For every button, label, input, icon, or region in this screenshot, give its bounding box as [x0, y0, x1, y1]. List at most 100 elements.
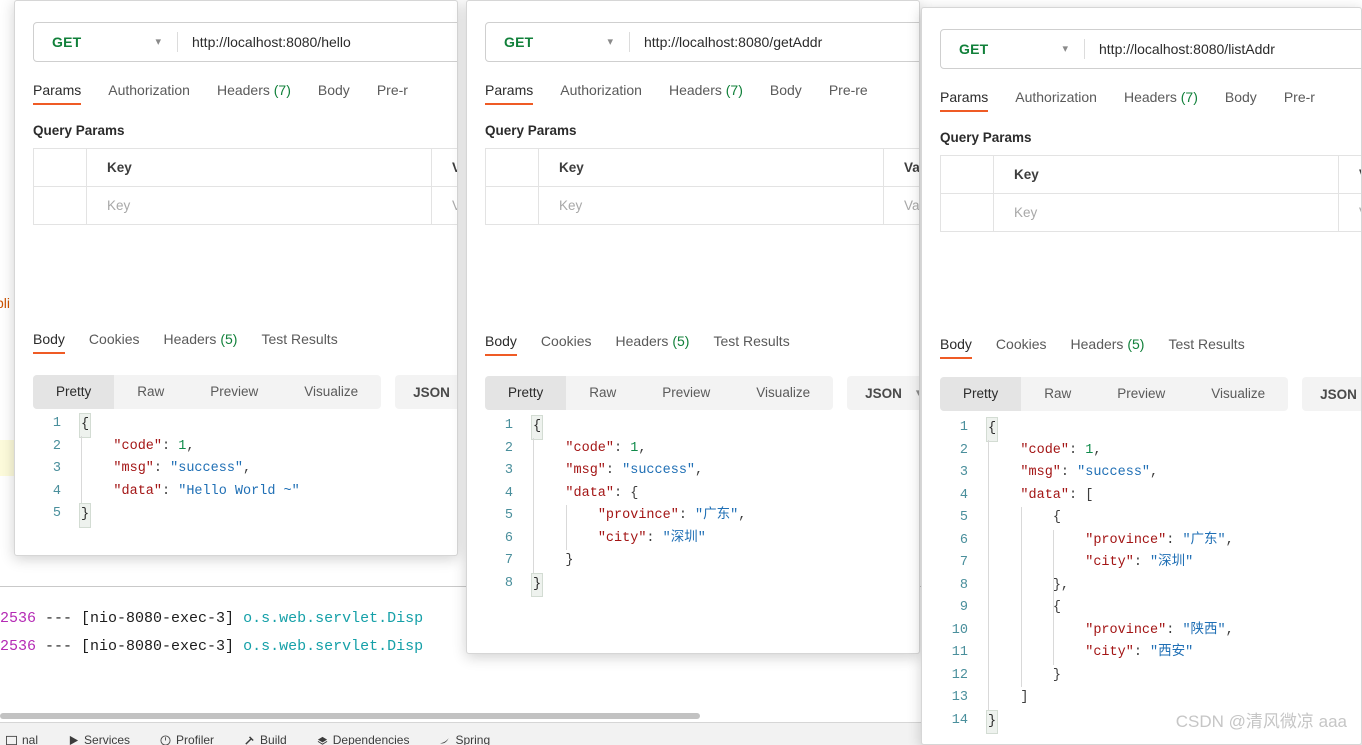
code-line: 1{: [33, 413, 300, 438]
response-body-code[interactable]: 1{2 "code": 1, 3 "msg": "success", 4 "data…: [485, 415, 746, 597]
format-raw[interactable]: Raw: [1021, 377, 1094, 411]
format-raw[interactable]: Raw: [566, 376, 639, 410]
row-checkbox[interactable]: [941, 194, 994, 231]
format-visualize[interactable]: Visualize: [281, 375, 381, 409]
format-preview[interactable]: Preview: [639, 376, 733, 410]
code-line: 12 }: [940, 665, 1234, 688]
url-input[interactable]: http://localhost:8080/listAddr: [1085, 30, 1275, 68]
url-input[interactable]: http://localhost:8080/getAddr: [630, 23, 822, 61]
tab-authorization[interactable]: Authorization: [108, 82, 190, 105]
format-pretty[interactable]: Pretty: [940, 377, 1022, 411]
response-tab-body[interactable]: Body: [33, 331, 65, 354]
format-toolbar[interactable]: Pretty Raw Preview Visualize JSON ▾: [33, 375, 457, 409]
format-segmented-control[interactable]: Pretty Raw Preview Visualize: [485, 376, 834, 410]
response-tab-test-results[interactable]: Test Results: [261, 331, 337, 354]
tab-headers[interactable]: Headers (7): [217, 82, 291, 105]
tab-body[interactable]: Body: [770, 82, 802, 105]
format-visualize[interactable]: Visualize: [1188, 377, 1288, 411]
format-pretty[interactable]: Pretty: [33, 375, 115, 409]
tab-params[interactable]: Params: [940, 89, 989, 112]
url-bar[interactable]: GET ▾ http://localhost:8080/hello: [33, 22, 457, 62]
table-row[interactable]: Key Valu: [486, 187, 919, 225]
tab-authorization[interactable]: Authorization: [560, 82, 642, 105]
key-column-header: Key: [107, 160, 132, 175]
response-tab-cookies[interactable]: Cookies: [996, 336, 1047, 359]
line-number: 6: [959, 532, 968, 548]
content-type-select[interactable]: JSON ▾: [847, 376, 919, 410]
url-bar[interactable]: GET ▾ http://localhost:8080/getAddr: [485, 22, 919, 62]
code-line: 3 "msg": "success",: [33, 458, 300, 481]
tab-headers[interactable]: Headers (7): [669, 82, 743, 105]
bottom-bar-item-profiler[interactable]: Profiler: [160, 723, 214, 745]
tab-pre-request-script[interactable]: Pre-r: [1284, 89, 1315, 112]
code-text: }: [565, 553, 574, 568]
response-body-code[interactable]: 1{2 "code": 1, 3 "msg": "success", 4 "data…: [940, 417, 1234, 734]
response-tab-headers[interactable]: Headers (5): [616, 333, 690, 356]
row-checkbox[interactable]: [486, 187, 539, 224]
response-tabs[interactable]: Body Cookies Headers (5) Test Results: [485, 330, 790, 356]
key-input[interactable]: Key: [559, 198, 582, 213]
method-selector[interactable]: GET ▾: [486, 23, 629, 61]
tab-params[interactable]: Params: [33, 82, 82, 105]
value-input[interactable]: Valu: [904, 198, 919, 213]
response-tab-test-results[interactable]: Test Results: [713, 333, 789, 356]
content-type-select[interactable]: JSON ▾: [395, 375, 457, 409]
postman-window-getaddr[interactable]: GET ▾ http://localhost:8080/getAddr Para…: [466, 0, 920, 654]
table-row[interactable]: Key Va: [941, 194, 1361, 232]
key-input[interactable]: Key: [107, 198, 130, 213]
response-tab-headers[interactable]: Headers (5): [164, 331, 238, 354]
bottom-bar-item-services[interactable]: Services: [68, 723, 130, 745]
bottom-bar-item-nal[interactable]: nal: [6, 723, 38, 745]
table-row[interactable]: Key Va: [34, 187, 457, 225]
tab-pre-request-script[interactable]: Pre-re: [829, 82, 868, 105]
response-tab-body[interactable]: Body: [940, 336, 972, 359]
row-checkbox[interactable]: [34, 187, 87, 224]
tab-params[interactable]: Params: [485, 82, 534, 105]
url-input[interactable]: http://localhost:8080/hello: [178, 23, 351, 61]
tab-headers[interactable]: Headers (7): [1124, 89, 1198, 112]
format-raw[interactable]: Raw: [114, 375, 187, 409]
method-selector[interactable]: GET ▾: [34, 23, 177, 61]
format-pretty[interactable]: Pretty: [485, 376, 567, 410]
editor-horizontal-scrollbar[interactable]: [0, 713, 700, 719]
bottom-bar-item-dependencies[interactable]: Dependencies: [317, 723, 409, 745]
tab-body[interactable]: Body: [318, 82, 350, 105]
format-toolbar[interactable]: Pretty Raw Preview Visualize JSON ▾: [485, 376, 919, 410]
postman-window-hello[interactable]: GET ▾ http://localhost:8080/hello Params…: [14, 0, 458, 556]
response-tab-cookies[interactable]: Cookies: [541, 333, 592, 356]
tab-label: Test Results: [1168, 336, 1245, 352]
line-number: 2: [504, 440, 513, 456]
tab-authorization[interactable]: Authorization: [1015, 89, 1097, 112]
url-bar[interactable]: GET ▾ http://localhost:8080/listAddr: [940, 29, 1361, 69]
value-input[interactable]: Va: [1359, 205, 1361, 220]
response-tab-body[interactable]: Body: [485, 333, 517, 356]
value-column-header: Valu: [904, 160, 919, 175]
bottom-bar-item-spring[interactable]: Spring: [439, 723, 490, 745]
value-column-header: Va: [1359, 167, 1361, 182]
key-input[interactable]: Key: [1014, 205, 1037, 220]
format-segmented-control[interactable]: Pretty Raw Preview Visualize: [940, 377, 1289, 411]
response-tab-headers[interactable]: Headers (5): [1071, 336, 1145, 359]
code-line: 4 "data": "Hello World ~": [33, 481, 300, 504]
format-visualize[interactable]: Visualize: [733, 376, 833, 410]
request-tabs[interactable]: Params Authorization Headers (7) Body Pr…: [485, 79, 901, 105]
tab-pre-request-script[interactable]: Pre-r: [377, 82, 408, 105]
bottom-bar-item-build[interactable]: Build: [244, 723, 287, 745]
response-body-code[interactable]: 1{2 "code": 1, 3 "msg": "success", 4 "data…: [33, 413, 300, 528]
response-tabs[interactable]: Body Cookies Headers (5) Test Results: [33, 328, 338, 354]
bottom-bar-label: Spring: [455, 733, 491, 745]
format-preview[interactable]: Preview: [187, 375, 281, 409]
request-tabs[interactable]: Params Authorization Headers (7) Body Pr…: [33, 79, 439, 105]
response-tabs[interactable]: Body Cookies Headers (5) Test Results: [940, 333, 1245, 359]
tab-body[interactable]: Body: [1225, 89, 1257, 112]
postman-window-listaddr[interactable]: GET ▾ http://localhost:8080/listAddr Par…: [921, 7, 1362, 745]
request-tabs[interactable]: Params Authorization Headers (7) Body Pr…: [940, 86, 1343, 112]
content-type-select[interactable]: JSON ▾: [1302, 377, 1361, 411]
response-tab-test-results[interactable]: Test Results: [1168, 336, 1244, 359]
format-toolbar[interactable]: Pretty Raw Preview Visualize JSON ▾: [940, 377, 1361, 411]
format-preview[interactable]: Preview: [1094, 377, 1188, 411]
format-segmented-control[interactable]: Pretty Raw Preview Visualize: [33, 375, 382, 409]
method-selector[interactable]: GET ▾: [941, 30, 1084, 68]
response-tab-cookies[interactable]: Cookies: [89, 331, 140, 354]
value-input[interactable]: Va: [452, 198, 457, 213]
